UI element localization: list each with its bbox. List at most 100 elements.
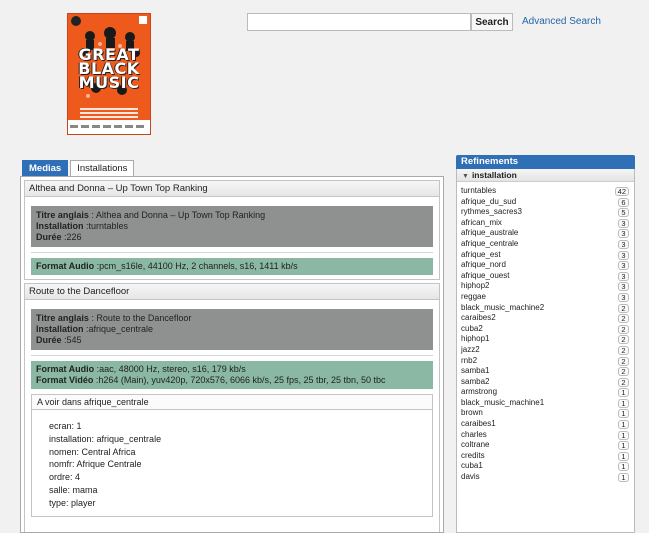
media-info: Titre anglais : Althea and Donna – Up To… (31, 206, 433, 247)
refinement-item-label: credits (461, 450, 485, 460)
refinement-count-badge: 3 (618, 292, 629, 302)
refinement-count-badge: 42 (614, 187, 629, 196)
refinement-count-badge: 1 (618, 451, 629, 461)
refinement-count-badge: 3 (618, 229, 629, 239)
refinement-item[interactable]: african_mix 3 (457, 218, 634, 229)
refinement-item[interactable]: afrique_est 3 (457, 250, 634, 261)
refinement-item[interactable]: rythmes_sacres3 5 (457, 207, 634, 218)
refinement-count-badge: 1 (618, 409, 629, 419)
advanced-search-link[interactable]: Advanced Search (522, 16, 601, 27)
refinement-item[interactable]: jazz2 2 (457, 345, 634, 356)
refinement-item-label: african_mix (461, 217, 502, 227)
media-item: Route to the Dancefloor Titre anglais : … (24, 283, 440, 532)
detail-line: ecran: 1 (49, 421, 82, 431)
refinement-item-label: afrique_est (461, 249, 501, 259)
refinement-item-label: samba1 (461, 366, 490, 376)
refinement-item-label: reggae (461, 291, 486, 301)
media-title[interactable]: Route to the Dancefloor (25, 284, 439, 300)
refinement-item-label: black_music_machine2 (461, 302, 545, 312)
triangle-down-icon: ▼ (462, 173, 469, 180)
refinement-item-label: cuba1 (461, 461, 483, 471)
refinement-count-badge: 2 (618, 324, 629, 334)
detail-line: type: player (49, 497, 96, 508)
refinement-item[interactable]: charles 1 (457, 430, 634, 441)
tab-medias[interactable]: Medias (22, 160, 69, 176)
refinement-item[interactable]: coltrane 1 (457, 440, 634, 451)
refinement-count-badge: 2 (618, 356, 629, 366)
refinement-item[interactable]: reggae 3 (457, 292, 634, 303)
refinement-item-label: hiphop1 (461, 334, 490, 344)
refinement-count-badge: 2 (618, 367, 629, 377)
refinement-count-badge: 1 (618, 441, 629, 451)
detail-line: nomfr: Afrique Centrale (49, 459, 142, 470)
refinement-count-badge: 2 (618, 377, 629, 387)
refinement-item-label: rythmes_sacres3 (461, 207, 522, 217)
refinement-item[interactable]: black_music_machine1 1 (457, 398, 634, 409)
tab-installations[interactable]: Installations (70, 160, 135, 176)
refinement-item-label: charles (461, 429, 487, 439)
refinement-item-label: jazz2 (461, 344, 480, 354)
refinement-count-badge: 1 (618, 462, 629, 472)
refinement-item-label: rnb2 (461, 355, 478, 365)
divider (31, 355, 433, 356)
search-input[interactable] (247, 13, 471, 31)
refinement-item[interactable]: hiphop1 2 (457, 334, 634, 345)
installation-details-body: ecran: 1 installation: afrique_centrale … (32, 410, 432, 516)
refinement-item[interactable]: caraibes1 1 (457, 419, 634, 430)
refinement-count-badge: 2 (618, 345, 629, 355)
refinement-item[interactable]: afrique_du_sud 6 (457, 197, 634, 208)
exhibition-poster: GREAT BLACK MUSIC (67, 13, 151, 135)
refinement-count-badge: 1 (618, 420, 629, 430)
media-format: Format Audio :pcm_s16le, 44100 Hz, 2 cha… (31, 258, 433, 275)
refinement-item[interactable]: afrique_centrale 3 (457, 239, 634, 250)
refinement-item-label: coltrane (461, 440, 490, 450)
refinement-item[interactable]: cuba1 1 (457, 461, 634, 472)
refinement-item[interactable]: black_music_machine2 2 (457, 303, 634, 314)
refinement-item-label: brown (461, 408, 483, 418)
refinement-count-badge: 3 (618, 239, 629, 249)
refinement-item-label: caraibes2 (461, 313, 496, 323)
refinement-count-badge: 3 (618, 282, 629, 292)
refinement-item-label: afrique_ouest (461, 270, 510, 280)
logo-icon (71, 16, 81, 26)
refinement-item[interactable]: afrique_ouest 3 (457, 271, 634, 282)
refinement-item[interactable]: caraibes2 2 (457, 313, 634, 324)
refinement-count-badge: 3 (618, 271, 629, 281)
refinements-header: Refinements (456, 155, 635, 169)
refinement-item[interactable]: afrique_nord 3 (457, 260, 634, 271)
refinement-count-badge: 1 (618, 430, 629, 440)
refinement-item[interactable]: credits 1 (457, 451, 634, 462)
search-button[interactable]: Search (471, 13, 513, 31)
tab-bar: Medias Installations (22, 160, 136, 176)
refinement-section-installation[interactable]: ▼ installation (457, 169, 634, 182)
refinement-item[interactable]: cuba2 2 (457, 324, 634, 335)
installation-details: A voir dans afrique_centrale ecran: 1 in… (31, 394, 433, 517)
refinement-item[interactable]: afrique_australe 3 (457, 228, 634, 239)
refinement-count-badge: 2 (618, 335, 629, 345)
refinement-item[interactable]: samba1 2 (457, 366, 634, 377)
media-item: Althea and Donna – Up Town Top Ranking T… (24, 180, 440, 280)
refinement-item-label: samba2 (461, 376, 490, 386)
refinement-item-label: afrique_centrale (461, 238, 519, 248)
logo-square-icon (139, 16, 147, 24)
refinement-item-label: armstrong (461, 387, 498, 397)
refinement-item[interactable]: samba2 2 (457, 377, 634, 388)
refinement-count-badge: 5 (618, 208, 629, 218)
refinement-item[interactable]: rnb2 2 (457, 356, 634, 367)
refinement-item-label: davis (461, 472, 480, 482)
refinement-item[interactable]: brown 1 (457, 408, 634, 419)
refinement-item-label: turntables (461, 186, 497, 195)
refinement-item[interactable]: armstrong 1 (457, 387, 634, 398)
refinement-list: turntables 42 afrique_du_sud 6 rythmes_sacre… (457, 182, 634, 483)
media-title[interactable]: Althea and Donna – Up Town Top Ranking (25, 181, 439, 197)
refinement-count-badge: 1 (618, 388, 629, 398)
poster-title: GREAT BLACK MUSIC (78, 45, 140, 92)
refinement-item[interactable]: davis 1 (457, 472, 634, 483)
refinement-item[interactable]: hiphop2 3 (457, 281, 634, 292)
refinement-item[interactable]: turntables 42 (457, 186, 634, 197)
detail-line: installation: afrique_centrale (49, 433, 162, 444)
detail-line: ordre: 4 (49, 472, 81, 483)
refinements-panel: ▼ installation turntables 42 afrique_du_sud… (456, 169, 635, 533)
refinement-item-label: afrique_australe (461, 228, 519, 238)
detail-line: salle: mama (49, 484, 98, 495)
